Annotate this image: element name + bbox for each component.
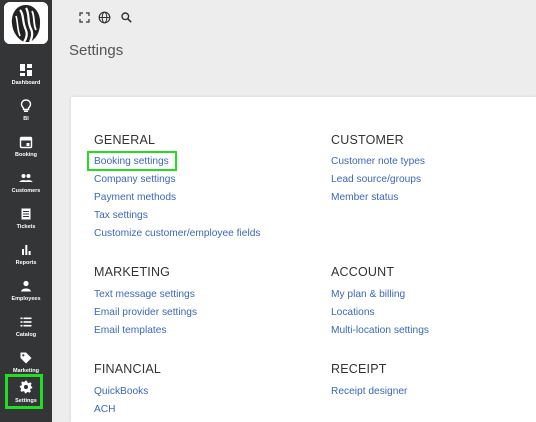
link-member-status[interactable]: Member status xyxy=(331,192,398,203)
link-company-settings[interactable]: Company settings xyxy=(94,174,176,185)
link-email-templates[interactable]: Email templates xyxy=(94,325,166,336)
section-heading-financial: FINANCIAL xyxy=(94,362,162,376)
selection-highlight xyxy=(5,374,43,409)
sidebar-item-label: Catalog xyxy=(15,331,37,338)
sidebar-item-label: Customers xyxy=(11,187,41,194)
globe-icon[interactable] xyxy=(98,11,111,24)
sidebar-item-label: Booking xyxy=(15,151,37,158)
tag-icon xyxy=(20,352,32,363)
link-ach[interactable]: ACH xyxy=(94,404,116,415)
link-email-provider-settings[interactable]: Email provider settings xyxy=(94,307,197,318)
link-text-message-settings[interactable]: Text message settings xyxy=(94,289,195,300)
calendar-icon xyxy=(19,136,33,148)
link-multi-location-settings[interactable]: Multi-location settings xyxy=(331,325,429,336)
sidebar-item-label: Marketing xyxy=(13,367,39,374)
brand-logo[interactable] xyxy=(4,2,48,44)
bar-chart-icon xyxy=(22,244,31,255)
search-icon[interactable] xyxy=(120,11,133,24)
section-heading-general: GENERAL xyxy=(94,133,156,147)
sidebar-item-dashboard[interactable]: Dashboard xyxy=(0,56,52,92)
section-heading-account: ACCOUNT xyxy=(331,265,395,279)
sidebar-item-booking[interactable]: Booking xyxy=(0,128,52,164)
link-tax-settings[interactable]: Tax settings xyxy=(94,210,148,221)
sidebar-item-label: Dashboard xyxy=(11,79,41,86)
sidebar-item-bi[interactable]: BI xyxy=(0,92,52,128)
section-heading-customer: CUSTOMER xyxy=(331,133,404,147)
section-heading-receipt: RECEIPT xyxy=(331,362,387,376)
link-customer-note-types[interactable]: Customer note types xyxy=(331,156,425,167)
fullscreen-icon[interactable] xyxy=(78,11,91,24)
lightbulb-icon xyxy=(20,98,32,112)
person-icon xyxy=(21,280,31,291)
page-title: Settings xyxy=(69,42,124,59)
sidebar-item-employees[interactable]: Employees xyxy=(0,272,52,308)
sidebar-item-customers[interactable]: Customers xyxy=(0,164,52,200)
sidebar-item-tickets[interactable]: Tickets xyxy=(0,200,52,236)
sidebar-item-label: BI xyxy=(23,115,29,122)
link-locations[interactable]: Locations xyxy=(331,307,375,318)
list-icon xyxy=(20,317,32,326)
dashboard-icon xyxy=(20,63,32,76)
people-icon xyxy=(19,173,33,182)
ticket-icon xyxy=(21,208,31,219)
link-my-plan-billing[interactable]: My plan & billing xyxy=(331,289,405,300)
link-lead-source-groups[interactable]: Lead source/groups xyxy=(331,174,421,185)
sidebar-item-reports[interactable]: Reports xyxy=(0,236,52,272)
sidebar-item-label: Employees xyxy=(11,295,41,302)
section-heading-marketing: MARKETING xyxy=(94,265,171,279)
link-quickbooks[interactable]: QuickBooks xyxy=(94,386,148,397)
link-receipt-designer[interactable]: Receipt designer xyxy=(331,386,407,397)
sidebar-item-label: Tickets xyxy=(16,223,36,230)
sidebar-item-label: Reports xyxy=(15,259,37,266)
link-customize-fields[interactable]: Customize customer/employee fields xyxy=(94,228,260,239)
sidebar: Dashboard BI Booking Customers Tickets R… xyxy=(0,0,52,422)
sidebar-item-catalog[interactable]: Catalog xyxy=(0,308,52,344)
link-payment-methods[interactable]: Payment methods xyxy=(94,192,176,203)
selection-highlight xyxy=(87,151,177,171)
